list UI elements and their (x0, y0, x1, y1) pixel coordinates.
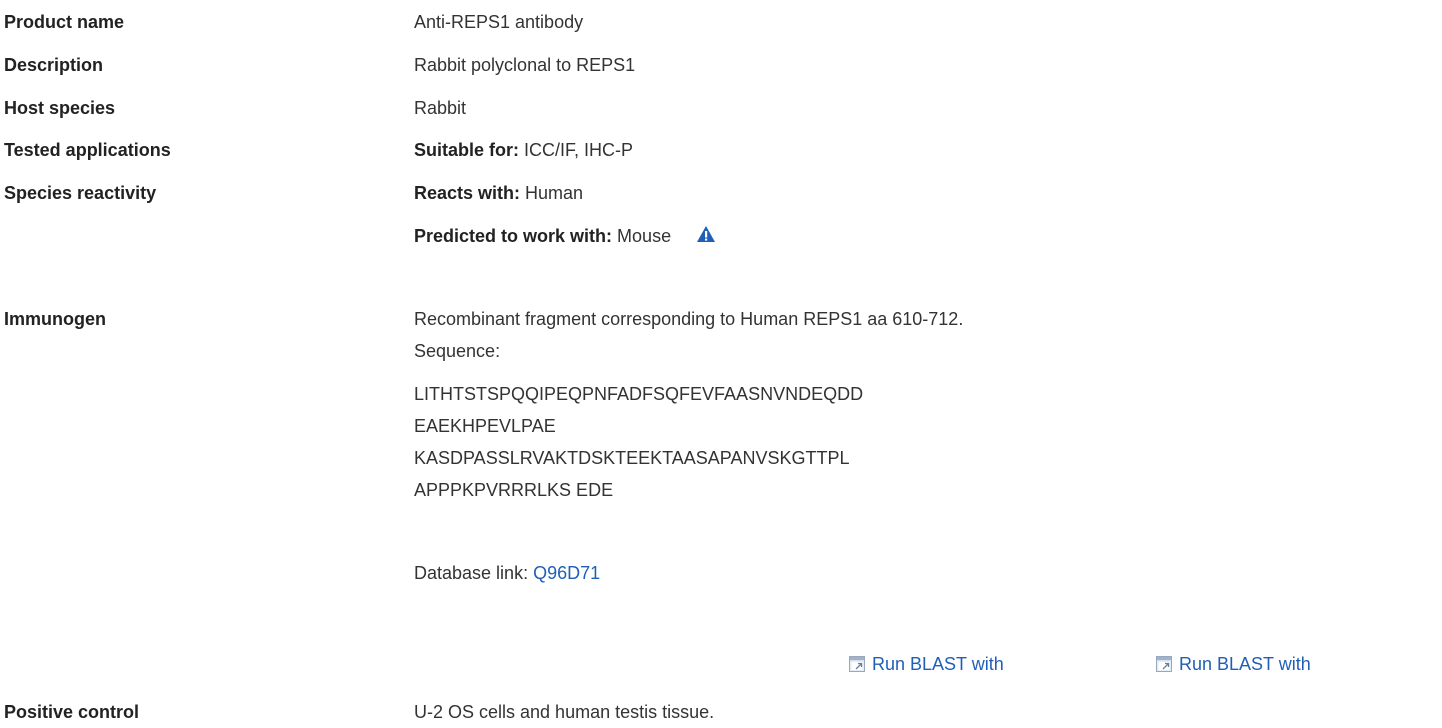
tested-applications-label: Tested applications (4, 140, 171, 160)
database-link-prefix: Database link: (414, 563, 529, 583)
reacts-with-line: Reacts with: Human (414, 177, 716, 209)
sequence-line: LITHTSTSPQQIPEQPNFADFSQFEVFAASNVNDEQDD (414, 384, 864, 404)
run-blast-button-2[interactable]: Run BLAST with (1156, 651, 1311, 677)
database-link[interactable]: Q96D71 (533, 563, 600, 583)
run-blast-label: Run BLAST with (872, 654, 1004, 674)
species-reactivity-value: Reacts with: Human Predicted to work wit… (414, 177, 716, 252)
positive-control-value: U-2 OS cells and human testis tissue. (414, 702, 715, 722)
suitable-for-prefix: Suitable for: (414, 140, 520, 160)
sequence-line: EAEKHPEVLPAE (414, 416, 556, 436)
tested-applications-list: ICC/IF, IHC-P (524, 140, 634, 160)
host-species-label: Host species (4, 98, 116, 118)
external-window-icon (1156, 653, 1172, 672)
warning-icon[interactable] (696, 221, 716, 242)
reacts-with-species: Human (525, 183, 584, 203)
positive-control-label: Positive control (4, 702, 140, 722)
tested-applications-value: Suitable for: ICC/IF, IHC-P (414, 134, 633, 166)
database-link-line: Database link: Q96D71 (414, 557, 963, 589)
sequence-label: Sequence: (414, 341, 501, 361)
product-name-label: Product name (4, 12, 125, 32)
predicted-species: Mouse (617, 226, 672, 246)
immunogen-value: Recombinant fragment corresponding to Hu… (414, 303, 963, 589)
reacts-with-prefix: Reacts with: (414, 183, 521, 203)
predicted-to-work-line: Predicted to work with: Mouse (414, 220, 716, 252)
sequence-line: KASDPASSLRVAKTDSKTEEKTAASAPANVSKGTTPL (414, 448, 850, 468)
run-blast-button-1[interactable]: Run BLAST with (849, 651, 1004, 677)
immunogen-description: Recombinant fragment corresponding to Hu… (414, 309, 964, 329)
run-blast-label: Run BLAST with (1179, 654, 1311, 674)
description-value: Rabbit polyclonal to REPS1 (414, 55, 636, 75)
sequence-block: LITHTSTSPQQIPEQPNFADFSQFEVFAASNVNDEQDD E… (414, 378, 963, 506)
sequence-line: APPPKPVRRRLKS EDE (414, 480, 614, 500)
predicted-prefix: Predicted to work with: (414, 226, 613, 246)
host-species-value: Rabbit (414, 98, 467, 118)
product-name-value: Anti-REPS1 antibody (414, 12, 584, 32)
description-label: Description (4, 55, 104, 75)
species-reactivity-label: Species reactivity (4, 183, 157, 203)
external-window-icon (849, 653, 865, 672)
immunogen-label: Immunogen (4, 309, 106, 329)
